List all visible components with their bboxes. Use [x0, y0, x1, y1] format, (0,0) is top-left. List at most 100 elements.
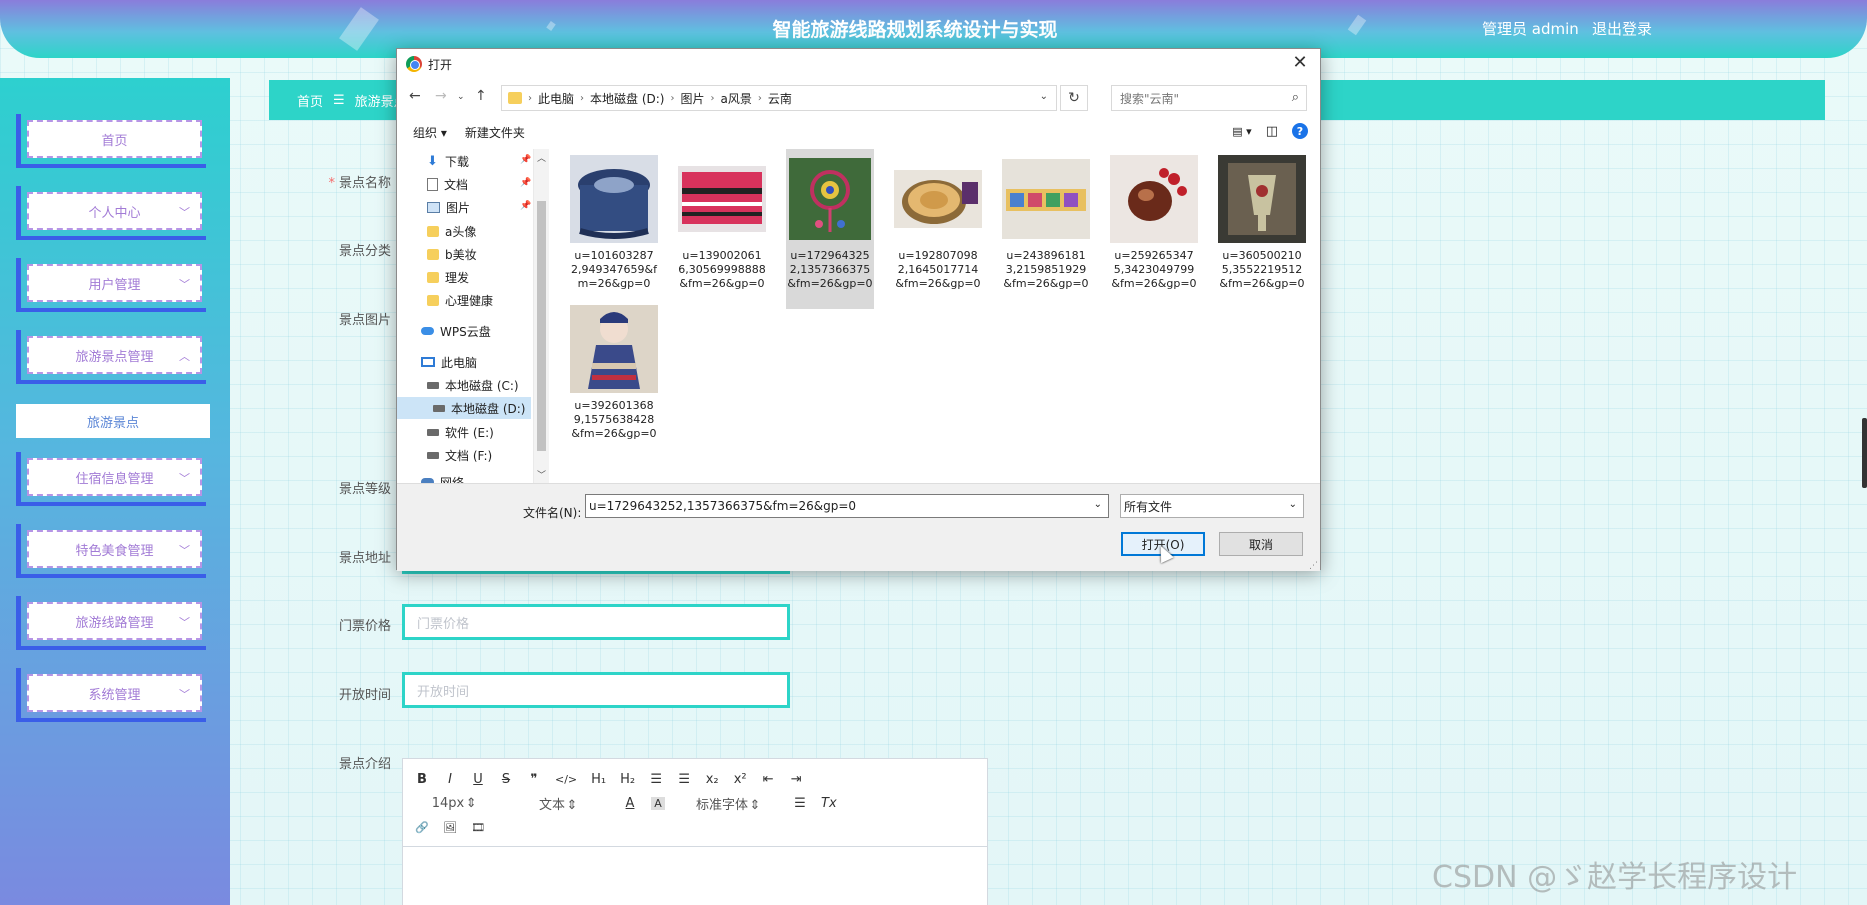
address-segment[interactable]: 云南	[768, 90, 792, 107]
sidebar-item-system-management[interactable]: 系统管理 ﹀	[16, 668, 206, 722]
strike-icon[interactable]: S	[499, 772, 513, 787]
sidebar-item-home[interactable]: 首页	[16, 114, 206, 168]
underline-icon[interactable]: U	[471, 772, 485, 787]
up-arrow-icon[interactable]: ↑	[475, 88, 487, 104]
drive-icon	[427, 428, 439, 436]
open-time-input[interactable]: 开放时间	[402, 672, 790, 708]
video-icon[interactable]: 🎞	[471, 821, 485, 834]
organize-button[interactable]: 组织 ▾	[413, 124, 447, 141]
updown-icon: ⇕	[749, 797, 761, 813]
sidebar-item-label: 住宿信息管理	[75, 471, 154, 487]
preview-pane-icon[interactable]: ◫	[1266, 124, 1278, 139]
link-icon[interactable]: 🔗	[415, 821, 429, 834]
nav-item-this-pc[interactable]: 此电脑	[421, 351, 477, 373]
sidebar-item-route-management[interactable]: 旅游线路管理 ﹀	[16, 596, 206, 650]
file-item[interactable]: u=3926013689,1575638428&fm=26&gp=0	[570, 305, 658, 441]
page-scrollbar[interactable]	[1862, 418, 1867, 488]
filetype-select[interactable]: 所有文件 ⌄	[1120, 494, 1304, 518]
file-item-selected[interactable]: u=1729643252,1357366375&fm=26&gp=0	[786, 149, 874, 309]
view-mode-icon[interactable]: ▤ ▾	[1232, 125, 1251, 138]
address-segment[interactable]: 本地磁盘 (D:)	[590, 90, 664, 107]
sidebar-item-scenic-management[interactable]: 旅游景点管理 ︿	[16, 330, 206, 384]
sidebar-item-label: 旅游景点管理	[75, 349, 154, 365]
chevron-down-icon[interactable]: ⌄	[1040, 91, 1048, 102]
outdent-icon[interactable]: ⇤	[761, 772, 775, 787]
new-folder-button[interactable]: 新建文件夹	[465, 124, 525, 141]
refresh-icon[interactable]: ↻	[1060, 85, 1088, 111]
address-segment[interactable]: 此电脑	[538, 90, 574, 107]
folder-icon	[427, 225, 439, 237]
file-thumbnail	[894, 155, 982, 243]
ordered-list-icon[interactable]: ☰	[649, 772, 663, 787]
rich-text-editor[interactable]: B I U S ❞ </> H₁ H₂ ☰ ☰ x₂ x² ⇤ ⇥ 14px ⇕ …	[402, 758, 988, 905]
nav-item-drive-f[interactable]: 文档 (F:)	[427, 444, 492, 466]
quote-icon[interactable]: ❞	[527, 772, 541, 787]
file-item[interactable]: u=2592653475,3423049799&fm=26&gp=0	[1110, 155, 1198, 291]
file-item[interactable]: u=3605002105,3552219512&fm=26&gp=0	[1218, 155, 1306, 291]
address-segment[interactable]: a风景	[721, 90, 752, 107]
search-input[interactable]: 搜索"云南" ⌕	[1111, 85, 1307, 111]
nav-item-network[interactable]: 网络	[421, 471, 464, 483]
file-item[interactable]: u=1928070982,1645017714&fm=26&gp=0	[894, 155, 982, 291]
file-item[interactable]: u=2438961813,2159851929&fm=26&gp=0	[1002, 155, 1090, 291]
address-segment[interactable]: 图片	[680, 90, 704, 107]
file-item[interactable]: u=1390020616,30569998888&fm=26&gp=0	[678, 155, 766, 291]
heading2-icon[interactable]: H₂	[620, 772, 635, 787]
breadcrumb-home[interactable]: 首页	[297, 91, 323, 110]
file-name: u=3605002105,3552219512&fm=26&gp=0	[1219, 249, 1305, 290]
nav-item-folder[interactable]: b美妆	[427, 243, 477, 265]
sidebar-item-food-management[interactable]: 特色美食管理 ﹀	[16, 524, 206, 578]
clear-format-icon[interactable]: Tx	[821, 796, 837, 811]
close-icon[interactable]: ✕	[1288, 52, 1312, 73]
font-size-select[interactable]: 14px ⇕	[415, 796, 495, 811]
sidebar-subitem-scenic-spot[interactable]: 旅游景点	[16, 404, 210, 438]
chevron-down-icon[interactable]: ⌄	[1094, 499, 1102, 510]
sidebar-item-lodging-management[interactable]: 住宿信息管理 ﹀	[16, 452, 206, 506]
help-icon[interactable]: ?	[1292, 123, 1308, 139]
nav-item-drive-c[interactable]: 本地磁盘 (C:)	[427, 374, 519, 396]
font-family-select[interactable]: 标准字体 ⇕	[679, 794, 779, 813]
nav-item-folder[interactable]: 心理健康	[427, 289, 493, 311]
file-item[interactable]: u=1016032872,949347659&fm=26&gp=0	[570, 155, 658, 291]
bullet-list-icon[interactable]: ☰	[677, 772, 691, 787]
logout-link[interactable]: 退出登录	[1592, 18, 1652, 39]
cancel-button[interactable]: 取消	[1219, 532, 1303, 556]
address-bar[interactable]: › 此电脑 › 本地磁盘 (D:) › 图片 › a风景 › 云南 ⌄	[501, 85, 1057, 111]
back-arrow-icon[interactable]: ←	[409, 88, 421, 104]
open-file-dialog: 打开 ✕ ← → ⌄ ↑ › 此电脑 › 本地磁盘 (D:) › 图片 › a风…	[396, 48, 1321, 571]
nav-item-downloads[interactable]: ⬇ 下载	[427, 150, 469, 172]
filename-input[interactable]: u=1729643252,1357366375&fm=26&gp=0 ⌄	[585, 494, 1109, 518]
chevron-up-icon[interactable]: ︿	[537, 151, 546, 164]
indent-icon[interactable]: ⇥	[789, 772, 803, 787]
bold-icon[interactable]: B	[415, 772, 429, 787]
resize-grip-icon[interactable]: ⋰	[1309, 561, 1318, 571]
sidebar-item-user-management[interactable]: 用户管理 ﹀	[16, 258, 206, 312]
nav-item-pictures[interactable]: 图片	[427, 196, 470, 218]
nav-item-folder[interactable]: 理发	[427, 266, 469, 288]
ticket-price-input[interactable]: 门票价格	[402, 604, 790, 640]
scrollbar-thumb[interactable]	[537, 201, 546, 451]
font-color-icon[interactable]: A	[623, 796, 637, 811]
nav-item-documents[interactable]: 文档	[427, 173, 468, 195]
chevron-down-icon: ﹀	[179, 688, 190, 701]
sidebar-item-label: 系统管理	[88, 687, 141, 703]
nav-item-drive-d[interactable]: 本地磁盘 (D:)	[397, 397, 531, 419]
nav-scrollbar[interactable]: ︿ ﹀	[533, 149, 549, 483]
code-icon[interactable]: </>	[555, 773, 577, 786]
bg-color-icon[interactable]: A	[651, 796, 665, 810]
italic-icon[interactable]: I	[443, 772, 457, 787]
forward-arrow-icon[interactable]: →	[435, 88, 447, 104]
sidebar-item-personal-center[interactable]: 个人中心 ﹀	[16, 186, 206, 240]
image-icon[interactable]: 🖼	[443, 821, 457, 834]
text-style-select[interactable]: 文本 ⇕	[509, 794, 609, 813]
superscript-icon[interactable]: x²	[733, 772, 747, 787]
nav-item-wps-cloud[interactable]: WPS云盘	[421, 320, 491, 342]
nav-item-drive-e[interactable]: 软件 (E:)	[427, 421, 494, 443]
nav-item-folder[interactable]: a头像	[427, 220, 476, 242]
heading1-icon[interactable]: H₁	[591, 772, 606, 787]
subscript-icon[interactable]: x₂	[705, 772, 719, 787]
align-icon[interactable]: ☰	[793, 796, 807, 811]
chevron-down-icon[interactable]: ﹀	[537, 468, 546, 481]
dialog-titlebar[interactable]: 打开 ✕	[397, 49, 1320, 79]
recent-dropdown-icon[interactable]: ⌄	[457, 92, 465, 102]
